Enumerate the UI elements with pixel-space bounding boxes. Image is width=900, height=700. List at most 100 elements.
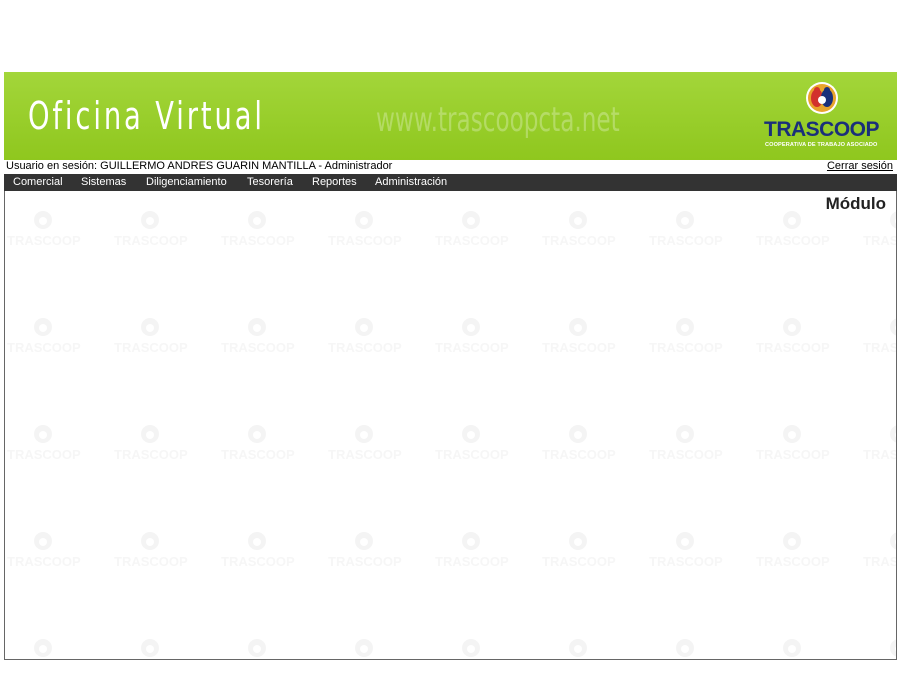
- background-watermark-tile: TRASCOOP: [114, 209, 194, 259]
- watermark-word: TRASCOOP: [542, 233, 616, 248]
- background-watermark-tile: TRASCOOP: [114, 316, 194, 366]
- watermark-emblem-icon: [783, 425, 801, 443]
- background-watermark-tile: TRASCOOP: [221, 316, 301, 366]
- background-watermark-tile: TRASCOOP: [435, 209, 515, 259]
- logo-emblem-icon: [806, 82, 838, 114]
- background-watermark-tile: TRASCOOP: [542, 637, 622, 659]
- background-watermark-tile: TRASCOOP: [649, 530, 729, 580]
- watermark-word: TRASCOOP: [756, 554, 830, 569]
- watermark-emblem-icon: [783, 211, 801, 229]
- watermark-word: TRASCOOP: [756, 233, 830, 248]
- watermark-word: TRASCOOP: [756, 340, 830, 355]
- watermark-word: TRASCOOP: [7, 233, 81, 248]
- watermark-word: TRASCOOP: [863, 447, 897, 462]
- watermark-emblem-icon: [462, 318, 480, 336]
- menu-item-reportes[interactable]: Reportes: [312, 176, 357, 188]
- background-watermark-tile: TRASCOOP: [7, 423, 87, 473]
- watermark-word: TRASCOOP: [328, 340, 402, 355]
- background-watermark-tile: TRASCOOP: [114, 637, 194, 659]
- background-watermark-tile: TRASCOOP: [435, 316, 515, 366]
- watermark-word: TRASCOOP: [542, 447, 616, 462]
- background-watermark-tile: TRASCOOP: [114, 530, 194, 580]
- watermark-word: TRASCOOP: [435, 447, 509, 462]
- watermark-emblem-icon: [141, 318, 159, 336]
- watermark-word: TRASCOOP: [114, 340, 188, 355]
- menu-item-diligenciamiento[interactable]: Diligenciamiento: [146, 176, 227, 188]
- background-watermark-tile: TRASCOOP: [756, 637, 836, 659]
- background-watermark-tile: TRASCOOP: [435, 530, 515, 580]
- watermark-word: TRASCOOP: [435, 340, 509, 355]
- watermark-emblem-icon: [34, 211, 52, 229]
- watermark-word: TRASCOOP: [542, 554, 616, 569]
- watermark-emblem-icon: [141, 639, 159, 657]
- watermark-word: TRASCOOP: [863, 340, 897, 355]
- watermark-word: TRASCOOP: [114, 554, 188, 569]
- background-watermark-tile: TRASCOOP: [649, 316, 729, 366]
- watermark-emblem-icon: [248, 211, 266, 229]
- menu-item-sistemas[interactable]: Sistemas: [81, 176, 126, 188]
- watermark-emblem-icon: [34, 639, 52, 657]
- watermark-word: TRASCOOP: [435, 233, 509, 248]
- watermark-emblem-icon: [676, 425, 694, 443]
- background-watermark-tile: TRASCOOP: [221, 423, 301, 473]
- background-watermark-tile: TRASCOOP: [542, 530, 622, 580]
- watermark-emblem-icon: [569, 318, 587, 336]
- logout-link[interactable]: Cerrar sesión: [827, 160, 893, 172]
- watermark-emblem-icon: [676, 318, 694, 336]
- watermark-emblem-icon: [569, 211, 587, 229]
- watermark-emblem-icon: [355, 425, 373, 443]
- background-watermark-tile: TRASCOOP: [863, 530, 896, 580]
- background-watermark-tile: TRASCOOP: [863, 316, 897, 366]
- watermark-emblem-icon: [890, 532, 896, 550]
- watermark-word: TRASCOOP: [649, 554, 723, 569]
- watermark-emblem-icon: [34, 318, 52, 336]
- background-watermark-tile: TRASCOOP: [7, 530, 87, 580]
- background-watermark-tile: TRASCOOP: [542, 316, 622, 366]
- watermark-word: TRASCOOP: [7, 554, 81, 569]
- watermark-word: TRASCOOP: [328, 447, 402, 462]
- trascoop-logo: TRASCOOP COOPERATIVA DE TRABAJO ASOCIADO: [762, 80, 880, 156]
- header-banner: Oficina Virtual www.trascoopcta.net TRAS…: [4, 72, 897, 160]
- background-watermark-tile: TRASCOOP: [649, 209, 729, 259]
- watermark-emblem-icon: [569, 425, 587, 443]
- watermark-word: TRASCOOP: [756, 447, 830, 462]
- watermark-word: TRASCOOP: [114, 447, 188, 462]
- background-watermark-tile: TRASCOOP: [649, 423, 729, 473]
- background-watermark-tile: TRASCOOP: [863, 209, 897, 259]
- app-frame: Oficina Virtual www.trascoopcta.net TRAS…: [4, 72, 897, 660]
- background-watermark-tile: TRASCOOP: [221, 530, 301, 580]
- watermark-word: TRASCOOP: [863, 233, 897, 248]
- menu-item-tesoreria[interactable]: Tesorería: [247, 176, 293, 188]
- background-watermark-tile: TRASCOOP: [756, 530, 836, 580]
- background-watermark-tile: TRASCOOP: [7, 316, 87, 366]
- watermark-emblem-icon: [783, 532, 801, 550]
- background-watermark-tile: TRASCOOP: [7, 637, 87, 659]
- watermark-emblem-icon: [462, 425, 480, 443]
- menu-item-comercial[interactable]: Comercial: [13, 176, 63, 188]
- background-watermark-tile: TRASCOOP: [649, 637, 729, 659]
- background-watermark-tile: TRASCOOP: [542, 209, 622, 259]
- background-watermark-tile: TRASCOOP: [756, 209, 836, 259]
- background-watermark-tile: TRASCOOP: [7, 209, 87, 259]
- watermark-word: TRASCOOP: [328, 554, 402, 569]
- watermark-emblem-icon: [141, 425, 159, 443]
- watermark-emblem-icon: [569, 532, 587, 550]
- watermark-emblem-icon: [141, 532, 159, 550]
- watermark-word: TRASCOOP: [542, 340, 616, 355]
- session-user-text: Usuario en sesión: GUILLERMO ANDRES GUAR…: [6, 160, 393, 172]
- watermark-emblem-icon: [34, 425, 52, 443]
- banner-url-watermark: www.trascoopcta.net: [376, 100, 620, 140]
- background-watermark-tile: TRASCOOP: [435, 423, 515, 473]
- watermark-word: TRASCOOP: [221, 447, 295, 462]
- watermark-word: TRASCOOP: [114, 233, 188, 248]
- watermark-emblem-icon: [676, 532, 694, 550]
- watermark-emblem-icon: [355, 639, 373, 657]
- watermark-emblem-icon: [34, 532, 52, 550]
- background-watermark-tile: TRASCOOP: [756, 423, 836, 473]
- logo-wordmark: TRASCOOP: [764, 118, 880, 141]
- background-watermark-tile: TRASCOOP: [328, 637, 408, 659]
- background-watermark-tile: TRASCOOP: [863, 637, 896, 659]
- watermark-word: TRASCOOP: [649, 340, 723, 355]
- background-watermark-tile: TRASCOOP: [221, 637, 301, 659]
- menu-item-administracion[interactable]: Administración: [375, 176, 447, 188]
